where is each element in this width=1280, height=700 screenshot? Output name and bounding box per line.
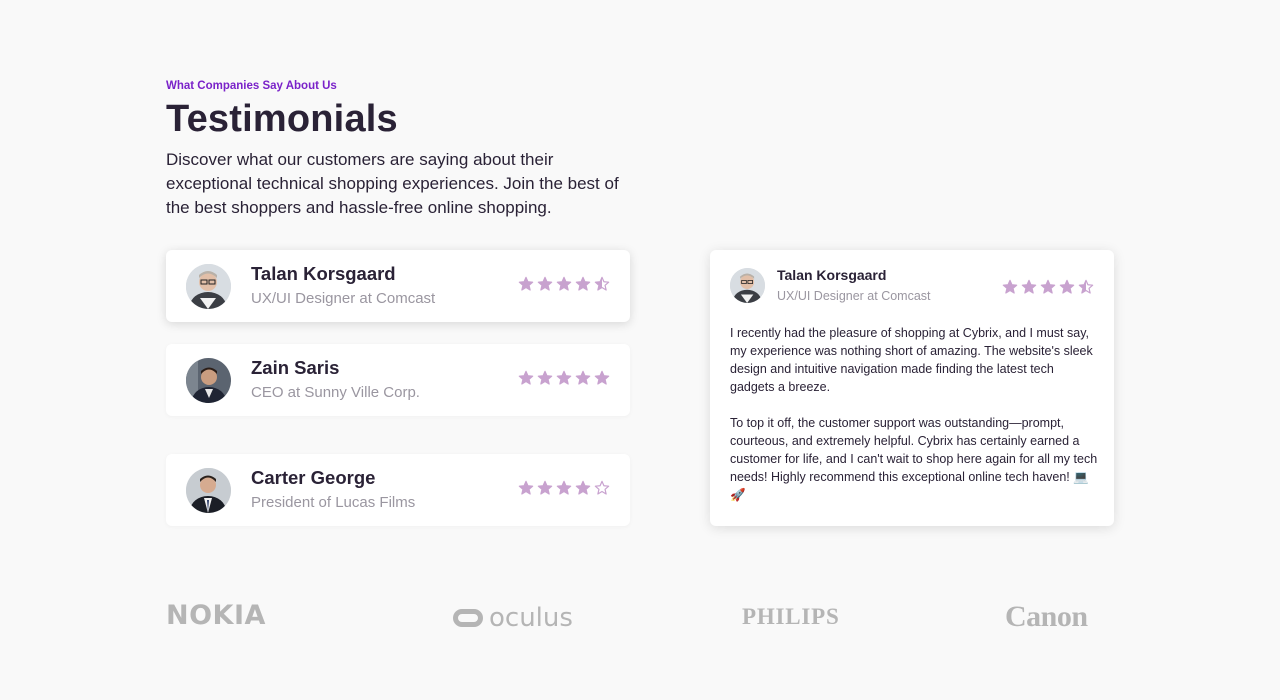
star-filled-icon bbox=[1040, 279, 1056, 294]
detail-paragraph: To top it off, the customer support was … bbox=[730, 416, 1098, 502]
star-filled-icon bbox=[575, 276, 591, 291]
star-filled-icon bbox=[518, 480, 534, 495]
oculus-logo: oculus bbox=[453, 603, 573, 633]
star-filled-icon bbox=[518, 370, 534, 385]
star-filled-icon bbox=[537, 276, 553, 291]
detail-rating-stars bbox=[1002, 279, 1094, 295]
page-title: Testimonials bbox=[166, 98, 398, 140]
avatar-talan bbox=[186, 264, 231, 309]
avatar-talan bbox=[730, 268, 765, 303]
testimonial-role: UX/UI Designer at Comcast bbox=[251, 290, 436, 307]
testimonial-card-zain[interactable]: Zain Saris CEO at Sunny Ville Corp. bbox=[166, 344, 630, 416]
star-empty-icon bbox=[594, 480, 610, 495]
detail-paragraph: I recently had the pleasure of shopping … bbox=[730, 326, 1093, 394]
star-half-icon bbox=[594, 276, 610, 291]
star-filled-icon bbox=[537, 370, 553, 385]
star-filled-icon bbox=[556, 276, 572, 291]
intro-text: Discover what our customers are saying a… bbox=[166, 150, 619, 217]
oculus-wordmark: oculus bbox=[489, 603, 573, 633]
testimonial-detail-panel: Talan Korsgaard UX/UI Designer at Comcas… bbox=[710, 250, 1114, 526]
testimonial-card-talan[interactable]: Talan Korsgaard UX/UI Designer at Comcas… bbox=[166, 250, 630, 322]
star-filled-icon bbox=[575, 480, 591, 495]
star-filled-icon bbox=[518, 276, 534, 291]
testimonial-card-carter[interactable]: Carter George President of Lucas Films bbox=[166, 454, 630, 526]
star-filled-icon bbox=[594, 370, 610, 385]
star-filled-icon bbox=[537, 480, 553, 495]
star-half-icon bbox=[1078, 279, 1094, 294]
oculus-ring-icon bbox=[453, 609, 483, 627]
avatar-carter bbox=[186, 468, 231, 513]
star-filled-icon bbox=[556, 370, 572, 385]
philips-logo: PHILIPS bbox=[742, 604, 840, 629]
detail-body: I recently had the pleasure of shopping … bbox=[730, 324, 1098, 504]
star-filled-icon bbox=[556, 480, 572, 495]
testimonial-role: CEO at Sunny Ville Corp. bbox=[251, 384, 420, 401]
star-filled-icon bbox=[1002, 279, 1018, 294]
star-filled-icon bbox=[1021, 279, 1037, 294]
detail-name: Talan Korsgaard bbox=[777, 267, 887, 283]
rating-stars bbox=[518, 480, 610, 496]
rating-stars bbox=[518, 276, 610, 292]
canon-logo: Canon bbox=[1005, 600, 1088, 633]
testimonial-role: President of Lucas Films bbox=[251, 494, 416, 511]
testimonial-name: Zain Saris bbox=[251, 357, 340, 378]
star-filled-icon bbox=[575, 370, 591, 385]
nokia-logo: NOKIA bbox=[166, 600, 266, 631]
rating-stars bbox=[518, 370, 610, 386]
avatar-zain bbox=[186, 358, 231, 403]
testimonial-name: Carter George bbox=[251, 467, 376, 488]
testimonial-name: Talan Korsgaard bbox=[251, 263, 396, 284]
eyebrow-label: What Companies Say About Us bbox=[166, 80, 337, 92]
star-filled-icon bbox=[1059, 279, 1075, 294]
detail-role: UX/UI Designer at Comcast bbox=[777, 289, 931, 303]
